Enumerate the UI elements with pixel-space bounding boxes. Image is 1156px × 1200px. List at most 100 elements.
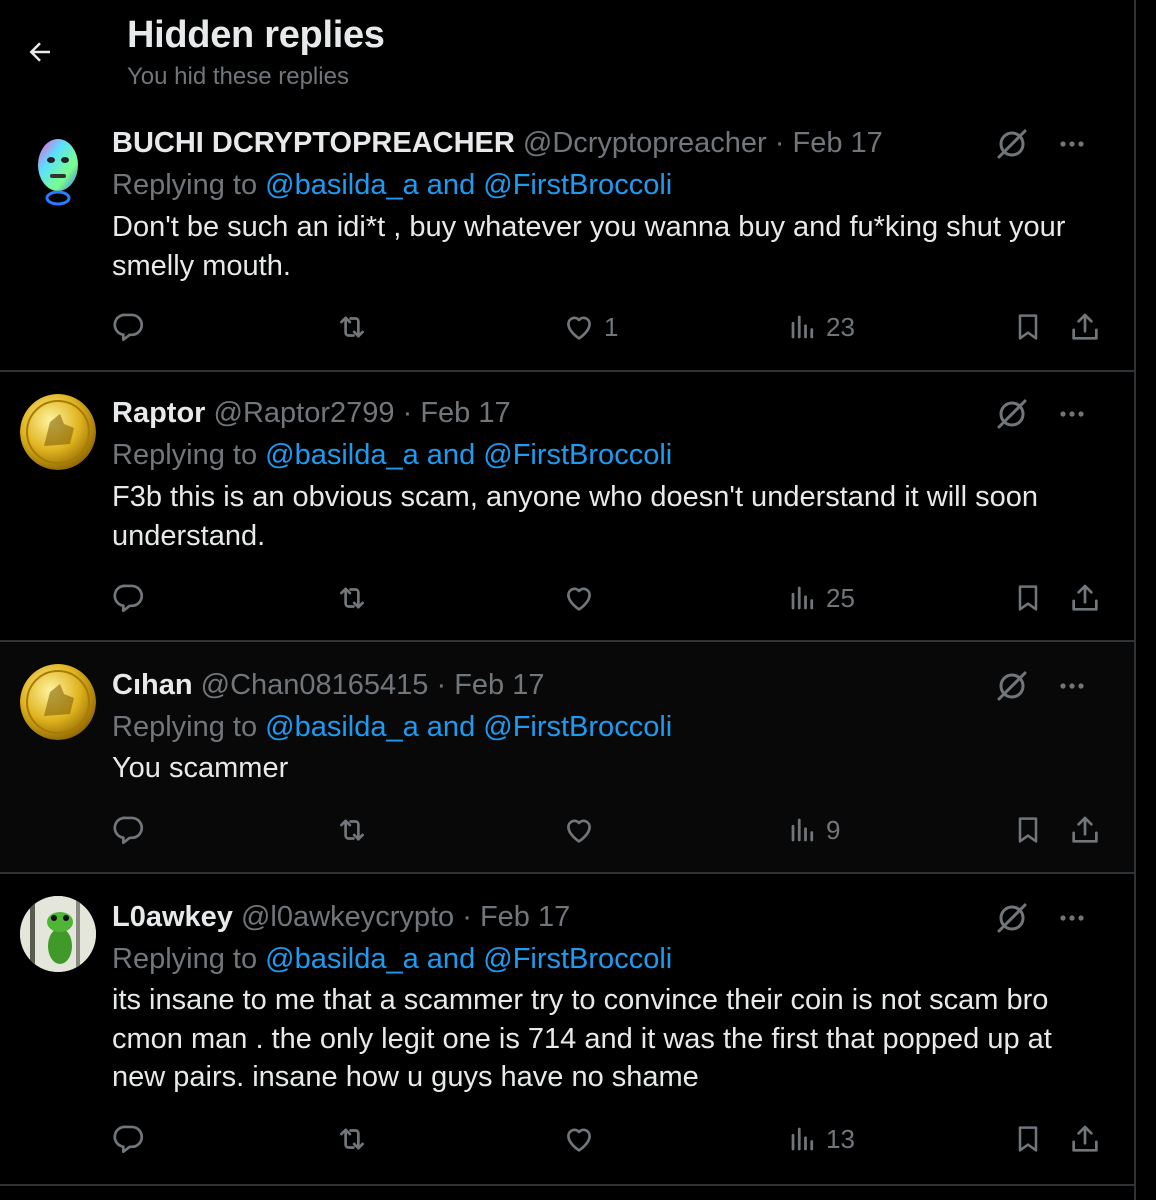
hide-reply-icon[interactable] [994,668,1030,704]
avatar[interactable] [20,132,96,208]
views-bars-icon [791,586,814,610]
views-bars-icon [791,315,814,339]
post-date[interactable]: Feb 17 [420,397,510,429]
repost-button[interactable] [334,1119,370,1159]
repost-icon [340,1128,364,1150]
reply-card[interactable]: L0awkey @l0awkeycrypto · Feb 17 Replying… [0,874,1134,1186]
share-button[interactable] [1068,578,1102,618]
views-button[interactable]: 13 [788,1119,855,1159]
bookmark-icon [1018,817,1038,843]
repost-button[interactable] [334,810,370,850]
gold-coin-avatar-icon [20,394,96,470]
share-icon [1072,313,1098,340]
heart-icon [567,587,591,611]
avatar[interactable] [20,896,96,972]
frog-avatar-icon [20,896,96,972]
user-handle[interactable]: @Chan08165415 [201,669,429,701]
share-icon [1072,584,1098,611]
repost-button[interactable] [334,307,370,347]
avatar[interactable] [20,394,96,470]
user-handle[interactable]: @Raptor2799 [214,397,395,429]
bookmark-icon [1018,585,1038,611]
reply-card[interactable]: Raptor @Raptor2799 · Feb 17 Replying to … [0,372,1134,642]
heart-icon [567,316,591,340]
more-dots-icon[interactable] [1054,126,1090,162]
post-date[interactable]: Feb 17 [480,901,570,933]
replying-mentions[interactable]: @basilda_a and @FirstBroccoli [265,711,672,743]
display-name[interactable]: Raptor [112,397,205,429]
arrow-left-icon [29,42,50,62]
action-bar: 13 [112,1119,1104,1159]
share-icon [1072,816,1098,843]
bookmark-button[interactable] [1012,1119,1044,1159]
action-bar: 25 [112,578,1104,618]
page-title: Hidden replies [127,14,385,56]
share-button[interactable] [1068,810,1102,850]
bookmark-button[interactable] [1012,578,1044,618]
page-subtitle: You hid these replies [127,63,349,90]
repost-button[interactable] [334,578,370,618]
views-button[interactable]: 9 [788,810,840,850]
display-name[interactable]: Cıhan [112,669,193,701]
reply-text: F3b this is an obvious scam, anyone who … [112,481,1039,552]
share-button[interactable] [1068,307,1102,347]
reply-bubble-icon [113,584,144,613]
hide-reply-icon[interactable] [994,126,1030,162]
replying-mentions[interactable]: @basilda_a and @FirstBroccoli [265,439,672,471]
action-bar: 1 23 [112,307,1104,347]
reply-button[interactable] [112,307,146,347]
display-name[interactable]: BUCHI DCRYPTOPREACHER [112,127,515,159]
views-button[interactable]: 23 [788,307,855,347]
bookmark-icon [1018,314,1038,340]
view-count: 23 [826,311,855,342]
separator: · [462,901,472,933]
hide-reply-icon[interactable] [994,900,1030,936]
view-count: 25 [826,582,855,613]
replying-prefix: Replying to [112,169,258,201]
post-date[interactable]: Feb 17 [454,669,544,701]
reply-card[interactable]: BUCHI DCRYPTOPREACHER @Dcryptopreacher ·… [0,110,1134,372]
right-border [1134,0,1136,1200]
reply-text: its insane to me that a scammer try to c… [112,984,1052,1093]
back-button[interactable] [22,34,58,70]
share-button[interactable] [1068,1119,1102,1159]
3d-character-avatar-icon [38,139,78,206]
replying-prefix: Replying to [112,711,258,743]
avatar[interactable] [20,664,96,740]
views-button[interactable]: 25 [788,578,855,618]
bookmark-button[interactable] [1012,810,1044,850]
like-button[interactable] [562,810,604,850]
replying-mentions[interactable]: @basilda_a and @FirstBroccoli [265,169,672,201]
action-bar: 9 [112,810,1104,850]
post-date[interactable]: Feb 17 [793,127,883,159]
top-actions [994,666,1104,706]
more-dots-icon[interactable] [1054,396,1090,432]
top-actions [994,394,1104,434]
like-button[interactable] [562,578,604,618]
reply-header: Cıhan @Chan08165415 · Feb 17 [112,667,545,703]
like-button[interactable] [562,1119,604,1159]
reply-button[interactable] [112,1119,146,1159]
reply-button[interactable] [112,578,146,618]
views-bars-icon [791,1127,814,1151]
more-dots-icon[interactable] [1054,900,1090,936]
more-dots-icon[interactable] [1054,668,1090,704]
separator: · [436,669,447,701]
replying-to: Replying to @basilda_a and @FirstBroccol… [112,167,672,203]
gold-coin-avatar-icon [20,664,96,740]
user-handle[interactable]: @Dcryptopreacher [523,127,767,159]
like-button[interactable]: 1 [562,307,618,347]
page-header: Hidden replies You hid these replies [0,0,1134,110]
reply-header: BUCHI DCRYPTOPREACHER @Dcryptopreacher ·… [112,125,883,161]
reply-card[interactable]: Cıhan @Chan08165415 · Feb 17 Replying to… [0,642,1134,874]
bookmark-button[interactable] [1012,307,1044,347]
repost-icon [340,587,364,609]
reply-button[interactable] [112,810,146,850]
hide-reply-icon[interactable] [994,396,1030,432]
replying-mentions[interactable]: @basilda_a and @FirstBroccoli [265,943,672,975]
heart-icon [567,1128,591,1152]
repost-icon [340,316,364,338]
display-name[interactable]: L0awkey [112,901,233,933]
user-handle[interactable]: @l0awkeycrypto [241,901,454,933]
replying-to: Replying to @basilda_a and @FirstBroccol… [112,709,672,745]
